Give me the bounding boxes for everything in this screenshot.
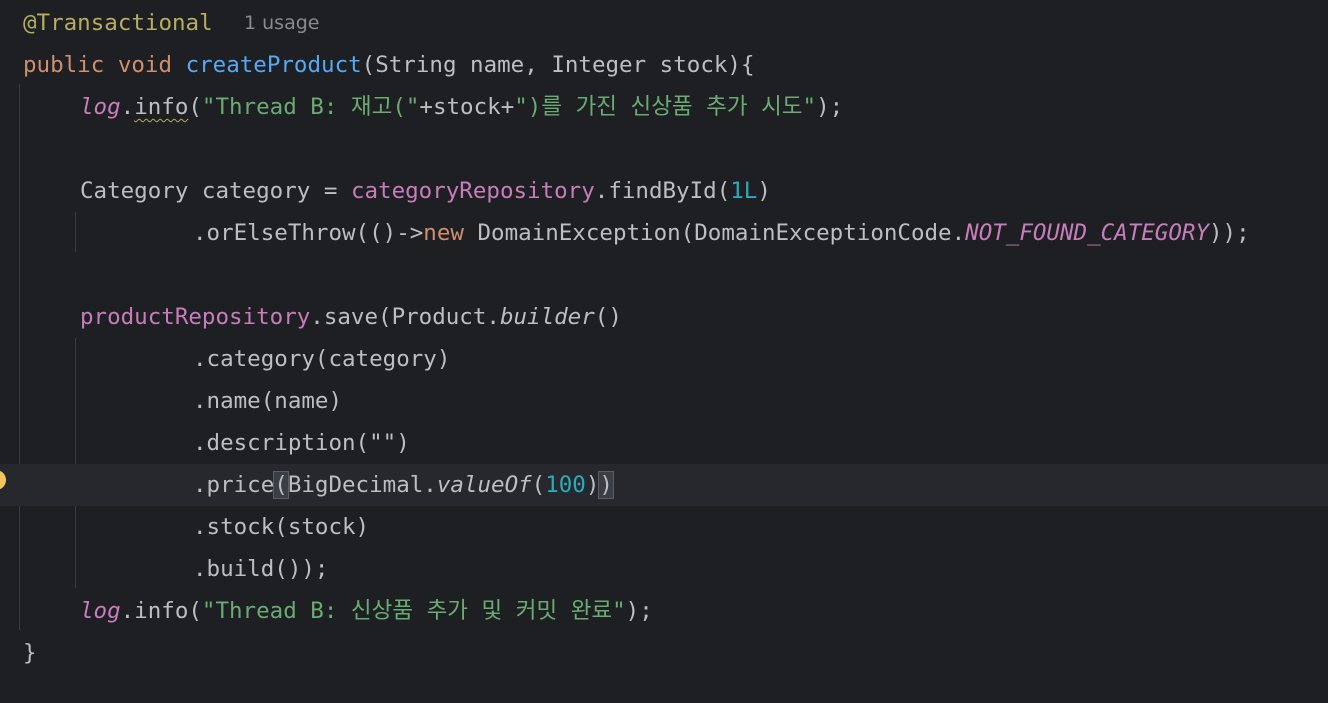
- close-paren: ): [585, 472, 600, 498]
- stock-builder-call[interactable]: .stock(stock): [193, 506, 369, 548]
- usage-inlay-hint[interactable]: 1 usage: [244, 2, 319, 44]
- exception-constructor[interactable]: DomainException(DomainExceptionCode.: [464, 220, 965, 246]
- open-paren: (: [531, 472, 546, 498]
- code-line-build: .build());: [0, 548, 1328, 590]
- code-line-closing-brace: }: [0, 632, 1328, 674]
- code-line-save: productRepository.save(Product.builder(): [0, 296, 1328, 338]
- code-line-category-lookup: Category category = categoryRepository.f…: [0, 170, 1328, 212]
- dot-token: .: [120, 94, 135, 120]
- category-builder-call[interactable]: .category(category): [193, 338, 450, 380]
- name-builder-call[interactable]: .name(name): [193, 380, 342, 422]
- code-line-category: .category(category): [0, 338, 1328, 380]
- find-by-id-call[interactable]: .findById(: [595, 178, 730, 204]
- category-declaration: Category category =: [80, 178, 351, 204]
- big-decimal-class[interactable]: BigDecimal.: [288, 472, 437, 498]
- or-else-throw-call[interactable]: .orElseThrow(()->: [193, 220, 423, 246]
- code-line-method-signature: public void createProduct(String name, I…: [0, 44, 1328, 86]
- matched-close-paren: ): [598, 471, 614, 499]
- close-paren: (): [594, 304, 622, 330]
- close-paren: );: [816, 94, 844, 120]
- build-call[interactable]: .build());: [193, 548, 328, 590]
- code-line-annotation: @Transactional 1 usage: [0, 2, 1328, 44]
- code-editor[interactable]: @Transactional 1 usage public void creat…: [0, 0, 1328, 703]
- matched-open-paren: (: [273, 471, 289, 499]
- price-literal: 100: [545, 472, 586, 498]
- category-repository-field[interactable]: categoryRepository: [351, 178, 595, 204]
- log-field[interactable]: log: [80, 94, 121, 120]
- method-name[interactable]: createProduct: [186, 52, 362, 78]
- open-paren: (: [188, 94, 202, 120]
- description-builder-call[interactable]: .description(""): [193, 422, 410, 464]
- close-paren: );: [625, 598, 653, 624]
- info-method-warning[interactable]: info: [134, 94, 188, 120]
- code-line-price-current[interactable]: .price(BigDecimal.valueOf(100)): [0, 464, 1328, 506]
- close-paren: ));: [1209, 220, 1250, 246]
- string-literal-done: "Thread B: 신상품 추가 및 커밋 완료": [201, 598, 626, 624]
- closing-brace: }: [23, 640, 37, 666]
- builder-call[interactable]: builder: [500, 304, 595, 330]
- save-call[interactable]: .save(Product.: [310, 304, 500, 330]
- value-of-call[interactable]: valueOf: [437, 472, 532, 498]
- code-line-or-else-throw: .orElseThrow(()->new DomainException(Dom…: [0, 212, 1328, 254]
- not-found-category-constant[interactable]: NOT_FOUND_CATEGORY: [965, 220, 1209, 246]
- code-line-stock: .stock(stock): [0, 506, 1328, 548]
- keyword-new: new: [423, 220, 464, 246]
- annotation-token: @Transactional: [23, 10, 213, 36]
- string-literal-1: "Thread B: 재고(": [201, 94, 420, 120]
- code-line-description: .description(""): [0, 422, 1328, 464]
- close-paren: ): [757, 178, 771, 204]
- info-call[interactable]: .info(: [121, 598, 202, 624]
- method-params: (String name, Integer stock){: [361, 52, 755, 78]
- concat-expression: +stock+: [419, 94, 515, 120]
- keyword-void: void: [117, 52, 173, 78]
- keyword-public: public: [23, 52, 105, 78]
- code-line-log-done: log.info("Thread B: 신상품 추가 및 커밋 완료");: [0, 590, 1328, 632]
- string-literal-2: ")를 가진 신상품 추가 시도": [514, 94, 817, 120]
- code-line-name: .name(name): [0, 380, 1328, 422]
- code-line-log-start: log.info("Thread B: 재고("+stock+")를 가진 신상…: [0, 86, 1328, 128]
- log-field[interactable]: log: [80, 598, 121, 624]
- id-literal: 1L: [730, 178, 758, 204]
- product-repository-field[interactable]: productRepository: [80, 304, 310, 330]
- price-builder-call[interactable]: .price: [193, 472, 274, 498]
